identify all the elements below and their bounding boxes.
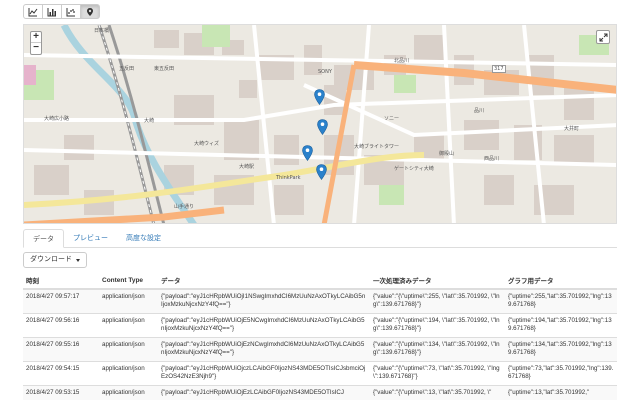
cell-content-type: application/json <box>99 360 158 385</box>
column-header-processed-data[interactable]: 一次処理済みデータ <box>370 272 505 290</box>
map-label: 大井町 <box>564 126 580 132</box>
cell-content-type: application/json <box>99 384 158 400</box>
cell-time: 2018/4/27 09:54:15 <box>23 360 99 385</box>
table-row: 2018/4/27 09:54:15 application/json {"pa… <box>23 360 617 385</box>
cell-processed-data: {"value":"{\"uptime\":255, \"lat\":35.70… <box>370 288 505 313</box>
bar-chart-button[interactable] <box>42 4 62 19</box>
cell-processed-data: {"value":"{\"uptime\":73, \"lat\":35.701… <box>370 360 505 385</box>
cell-data: {"payload":"eyJ1cHRpbWUiOjczLCAibGF0Ijoz… <box>158 360 370 385</box>
cell-time: 2018/4/27 09:55:16 <box>23 336 99 361</box>
fullscreen-button[interactable] <box>596 30 610 44</box>
cell-content-type: application/json <box>99 312 158 337</box>
cell-graph-data: {"uptime":194,"lat":35.701992,"lng":139.… <box>505 312 617 337</box>
map-label: ソニー <box>384 116 400 122</box>
map-label: 西品川 <box>484 156 500 162</box>
table-row: 2018/4/27 09:53:15 application/json {"pa… <box>23 384 617 400</box>
tab-advanced-settings[interactable]: 高度な設定 <box>117 229 170 248</box>
download-label: ダウンロード <box>30 256 72 263</box>
map-label: ThinkPark <box>276 175 301 181</box>
cell-time: 2018/4/27 09:53:15 <box>23 384 99 400</box>
scatter-chart-icon <box>66 7 75 16</box>
cell-data: {"payload":"eyJ1cHRpbWUiOjEzLCAibGF0Ijoz… <box>158 384 370 400</box>
map-label: 品川 <box>474 108 485 114</box>
table-row: 2018/4/27 09:55:16 application/json {"pa… <box>23 336 617 361</box>
route-shield: 317 <box>492 65 506 73</box>
map-panel[interactable]: 日本橋 大崎 大崎ウィズ ThinkPark 大崎駅 品川 SONY 大井町 五… <box>23 24 617 224</box>
column-header-graph-data[interactable]: グラフ用データ <box>505 272 617 290</box>
zoom-control: + − <box>30 31 42 55</box>
cell-graph-data: {"uptime":13,"lat":35.701992," <box>505 384 617 400</box>
cell-content-type: application/json <box>99 288 158 313</box>
cell-processed-data: {"value":"{\"uptime\":194, \"lat\":35.70… <box>370 312 505 337</box>
map-label: 北品川 <box>394 58 410 64</box>
map-label: 東五反田 <box>154 66 175 72</box>
location-marker-icon[interactable] <box>316 164 327 180</box>
cell-processed-data: {"value":"{\"uptime\":13, \"lat\":35.701… <box>370 384 505 400</box>
cell-content-type: application/json <box>99 336 158 361</box>
tab-preview[interactable]: プレビュー <box>64 229 117 248</box>
map-view-button[interactable] <box>80 4 100 19</box>
map-label: 御殿山 <box>439 151 455 157</box>
location-marker-icon[interactable] <box>302 145 313 161</box>
column-header-time[interactable]: 時刻 <box>23 272 99 290</box>
caret-down-icon <box>76 258 80 262</box>
table-row: 2018/4/27 09:56:16 application/json {"pa… <box>23 312 617 337</box>
bar-chart-icon <box>47 7 56 16</box>
view-toolbar <box>23 4 100 19</box>
cell-data: {"payload":"eyJ1cHRpbWUiOjEzNCwgImxhdCI6… <box>158 336 370 361</box>
download-button[interactable]: ダウンロード <box>23 252 87 268</box>
line-chart-button[interactable] <box>23 4 43 19</box>
map-label: 大崎駅 <box>239 164 255 170</box>
scatter-chart-button[interactable] <box>61 4 81 19</box>
cell-graph-data: {"uptime":73,"lat":35.701992,"lng":139.6… <box>505 360 617 385</box>
column-header-content-type[interactable]: Content Type <box>99 272 158 290</box>
map-label: 日本橋 <box>94 28 110 34</box>
map-label: 大崎ウィズ <box>194 141 220 147</box>
tab-data[interactable]: データ <box>23 229 64 248</box>
map-label: 山手通り <box>174 204 195 210</box>
line-chart-icon <box>28 7 38 16</box>
map-pin-icon <box>87 7 93 16</box>
map-label: 大崎 <box>144 118 155 124</box>
cell-graph-data: {"uptime":134,"lat":35.701992,"lng":139.… <box>505 336 617 361</box>
tab-bar: データ プレビュー 高度な設定 <box>23 229 617 248</box>
cell-data: {"payload":"eyJ1cHRpbWUiOjE5NCwgImxhdCI6… <box>158 312 370 337</box>
map-label: 五反田 <box>119 66 135 72</box>
cell-data: {"payload":"eyJ1cHRpbWUiOjI1NSwgImxhdCI6… <box>158 288 370 313</box>
cell-processed-data: {"value":"{\"uptime\":134, \"lat\":35.70… <box>370 336 505 361</box>
cell-time: 2018/4/27 09:56:16 <box>23 312 99 337</box>
map-label: 大崎広小路 <box>44 116 70 122</box>
location-marker-icon[interactable] <box>314 89 325 105</box>
expand-icon <box>599 33 607 41</box>
table-row: 2018/4/27 09:57:17 application/json {"pa… <box>23 288 617 313</box>
column-header-data[interactable]: データ <box>158 272 370 290</box>
map-label: 大崎ブライトタワー <box>354 144 400 150</box>
map-label: ゲートシティ大崎 <box>394 166 434 172</box>
data-table: 時刻 Content Type データ 一次処理済みデータ グラフ用データ 20… <box>23 272 617 400</box>
table-header-row: 時刻 Content Type データ 一次処理済みデータ グラフ用データ <box>23 272 617 290</box>
zoom-out-button[interactable]: − <box>31 43 41 54</box>
cell-time: 2018/4/27 09:57:17 <box>23 288 99 313</box>
cell-graph-data: {"uptime":255,"lat":35.701992,"lng":139.… <box>505 288 617 313</box>
location-marker-icon[interactable] <box>317 119 328 135</box>
map-label: SONY <box>318 69 332 75</box>
